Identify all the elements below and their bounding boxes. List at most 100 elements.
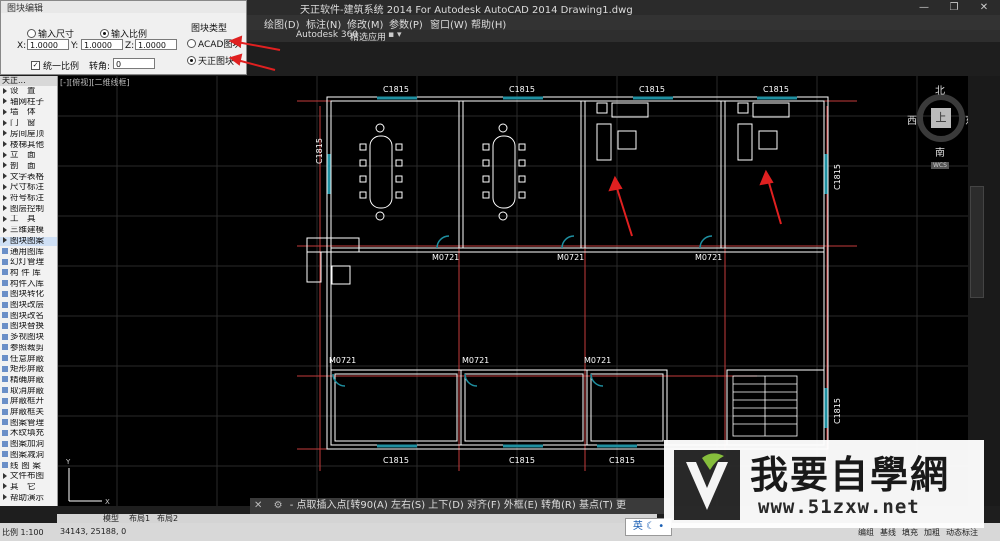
palette-item[interactable]: 设 置 bbox=[0, 87, 57, 96]
palette-item[interactable]: 图案减洞 bbox=[0, 451, 57, 460]
palette-item[interactable]: 图块替换 bbox=[0, 322, 57, 331]
windows bbox=[327, 96, 828, 448]
status-baseline[interactable]: 基线 bbox=[880, 527, 896, 538]
palette-item[interactable]: 线 图 案 bbox=[0, 462, 57, 471]
y-scale-field[interactable]: 1.0000 bbox=[81, 39, 123, 50]
status-bold[interactable]: 加粗 bbox=[924, 527, 940, 538]
uniform-ratio-checkbox[interactable]: ✓ bbox=[31, 61, 40, 70]
menu-modify[interactable]: 修改(M) bbox=[347, 16, 383, 31]
menu-help[interactable]: 帮助(H) bbox=[471, 16, 506, 31]
door-tag: M0721 bbox=[462, 356, 490, 365]
palette-item[interactable]: 木纹填充 bbox=[0, 429, 57, 438]
palette-item[interactable]: 尺寸标注 bbox=[0, 183, 57, 192]
palette-item[interactable]: 房间屋顶 bbox=[0, 130, 57, 139]
expand-arrow-icon bbox=[3, 205, 7, 212]
expand-arrow-icon bbox=[3, 87, 7, 94]
palette-item-label: 屏蔽框关 bbox=[10, 408, 45, 417]
compass-south[interactable]: 南 bbox=[935, 144, 945, 159]
palette-item[interactable]: 帮助演示 bbox=[0, 494, 57, 503]
command-line[interactable]: ✕ ⚙ - 点取插入点[转90(A) 左右(S) 上下(D) 对齐(F) 外框(… bbox=[250, 498, 670, 514]
close-icon[interactable]: ✕ bbox=[250, 500, 266, 511]
viewport-label[interactable]: [-][俯视][二维线框] bbox=[60, 77, 130, 88]
palette-item[interactable]: 幻灯管理 bbox=[0, 258, 57, 267]
palette-item[interactable]: 工 具 bbox=[0, 215, 57, 224]
palette-item[interactable]: 轴网柱子 bbox=[0, 98, 57, 107]
palette-item[interactable]: 符号标注 bbox=[0, 194, 57, 203]
acad-block-radio[interactable] bbox=[187, 39, 196, 48]
x-scale-field[interactable]: 1.0000 bbox=[27, 39, 69, 50]
palette-item[interactable]: 图块改名 bbox=[0, 312, 57, 321]
palette-item[interactable]: 文件布图 bbox=[0, 472, 57, 481]
nav-toolbar[interactable] bbox=[970, 186, 984, 298]
status-dynamic[interactable]: 动态标注 bbox=[946, 527, 978, 538]
video-icon[interactable]: ▪ ▾ bbox=[388, 30, 401, 40]
command-icon bbox=[2, 290, 8, 297]
tab-model[interactable]: 模型 bbox=[103, 514, 119, 523]
tab-layout1[interactable]: 布局1 bbox=[129, 514, 150, 523]
palette-item[interactable]: 文字表格 bbox=[0, 173, 57, 182]
dialog-titlebar[interactable]: 图块编辑 bbox=[1, 1, 246, 14]
input-ratio-radio[interactable] bbox=[100, 29, 109, 38]
compass-west[interactable]: 西 bbox=[907, 112, 917, 127]
palette-item[interactable]: 剖 面 bbox=[0, 162, 57, 171]
status-fill[interactable]: 填充 bbox=[902, 527, 918, 538]
command-icon bbox=[2, 462, 8, 468]
palette-item[interactable]: 多视图块 bbox=[0, 333, 57, 342]
palette-item[interactable]: 矩形屏蔽 bbox=[0, 365, 57, 374]
command-icon bbox=[2, 451, 8, 458]
palette-item[interactable]: 屏蔽框开 bbox=[0, 397, 57, 406]
palette-item[interactable]: 图层控制 bbox=[0, 205, 57, 214]
palette-item[interactable]: 精确屏蔽 bbox=[0, 376, 57, 385]
block-edit-dialog: 图块编辑 输入尺寸 输入比例 X: 1.0000 Y: 1.0000 Z: 1.… bbox=[0, 0, 247, 75]
palette-item[interactable]: 参照裁剪 bbox=[0, 344, 57, 353]
palette-item[interactable]: 取消屏蔽 bbox=[0, 387, 57, 396]
rotation-label: 转角: bbox=[89, 62, 111, 72]
palette-item[interactable]: 任意屏蔽 bbox=[0, 355, 57, 364]
minimize-button[interactable]: — bbox=[910, 0, 938, 15]
palette-header[interactable]: 天正... bbox=[0, 76, 57, 86]
palette-item[interactable]: 门 窗 bbox=[0, 119, 57, 128]
palette-item[interactable]: 三维建模 bbox=[0, 226, 57, 235]
rotation-field[interactable]: 0 bbox=[113, 58, 155, 69]
palette-item[interactable]: 图块图案 bbox=[0, 236, 57, 246]
palette-item[interactable]: 构件入库 bbox=[0, 280, 57, 289]
palette-item[interactable]: 图案加洞 bbox=[0, 440, 57, 449]
command-icon bbox=[2, 344, 8, 351]
palette-item[interactable]: 楼梯其他 bbox=[0, 141, 57, 150]
tab-layout2[interactable]: 布局2 bbox=[157, 514, 178, 523]
tangent-block-radio[interactable] bbox=[187, 56, 196, 65]
palette-item-label: 设 置 bbox=[10, 87, 36, 96]
palette-item[interactable]: 墙 体 bbox=[0, 108, 57, 117]
compass-north[interactable]: 北 bbox=[935, 82, 945, 97]
menu-params[interactable]: 参数(P) bbox=[389, 16, 423, 31]
palette-item[interactable]: 构 件 库 bbox=[0, 269, 57, 278]
wcs-menu[interactable]: WCS bbox=[931, 162, 949, 169]
menu-window[interactable]: 窗口(W) bbox=[430, 16, 468, 31]
viewcube[interactable]: 上 北 南 西 东 WCS bbox=[907, 82, 977, 172]
palette-item-label: 图案管理 bbox=[10, 418, 45, 428]
ime-mode: 英 bbox=[632, 521, 643, 532]
command-icon bbox=[2, 258, 8, 265]
z-scale-field[interactable]: 1.0000 bbox=[135, 39, 177, 50]
viewcube-top[interactable]: 上 bbox=[931, 108, 951, 128]
close-button[interactable]: ✕ bbox=[970, 0, 998, 15]
palette-item[interactable]: 图块改层 bbox=[0, 301, 57, 310]
tab-featured-apps[interactable]: 精选应用 bbox=[350, 30, 386, 43]
wrench-icon[interactable]: ⚙ bbox=[270, 500, 287, 511]
status-group[interactable]: 编组 bbox=[858, 527, 874, 538]
palette-item[interactable]: 图块转化 bbox=[0, 290, 57, 299]
menu-dimension[interactable]: 标注(N) bbox=[306, 16, 341, 31]
menu-draw[interactable]: 绘图(D) bbox=[264, 16, 300, 31]
input-size-radio[interactable] bbox=[27, 29, 36, 38]
ucs-labels: YX bbox=[65, 458, 110, 506]
palette-item[interactable]: 其 它 bbox=[0, 483, 57, 492]
tab-autodesk-360[interactable]: Autodesk 360 bbox=[296, 30, 358, 40]
palette-item-label: 屏蔽框开 bbox=[10, 397, 45, 407]
palette-item[interactable]: 屏蔽框关 bbox=[0, 408, 57, 417]
maximize-button[interactable]: ❐ bbox=[940, 0, 968, 15]
scale-indicator[interactable]: 比例 1:100 bbox=[2, 527, 44, 538]
palette-item[interactable]: 图案管理 bbox=[0, 419, 57, 428]
expand-arrow-icon bbox=[3, 494, 7, 501]
palette-item[interactable]: 立 面 bbox=[0, 151, 57, 160]
palette-item[interactable]: 通用图库 bbox=[0, 248, 57, 257]
